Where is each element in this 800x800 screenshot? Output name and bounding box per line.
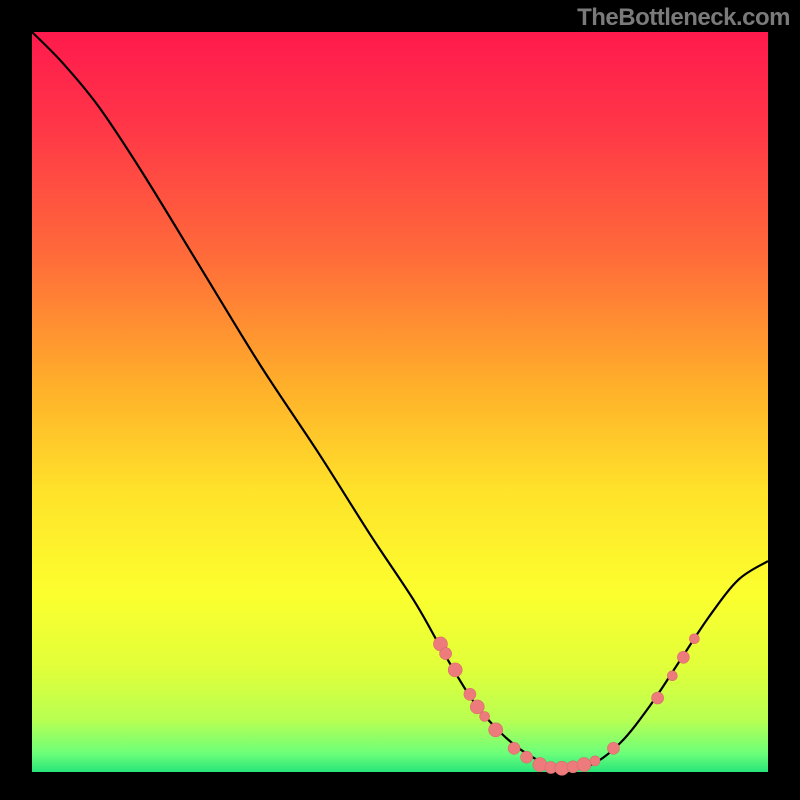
marker-point [521,751,533,763]
chart-container: TheBottleneck.com [0,0,800,800]
marker-point [464,688,476,700]
marker-point [480,712,490,722]
marker-point [440,648,452,660]
bottleneck-chart [0,0,800,800]
marker-point [489,723,503,737]
marker-point [555,761,569,775]
marker-point [448,663,462,677]
marker-point [677,651,689,663]
marker-point [508,742,520,754]
chart-background [32,32,768,772]
marker-point [689,634,699,644]
marker-point [652,692,664,704]
marker-point [470,700,484,714]
marker-point [533,758,547,772]
marker-point [607,742,619,754]
marker-point [577,758,591,772]
marker-point [667,671,677,681]
marker-point [590,756,600,766]
watermark-text: TheBottleneck.com [577,4,790,32]
